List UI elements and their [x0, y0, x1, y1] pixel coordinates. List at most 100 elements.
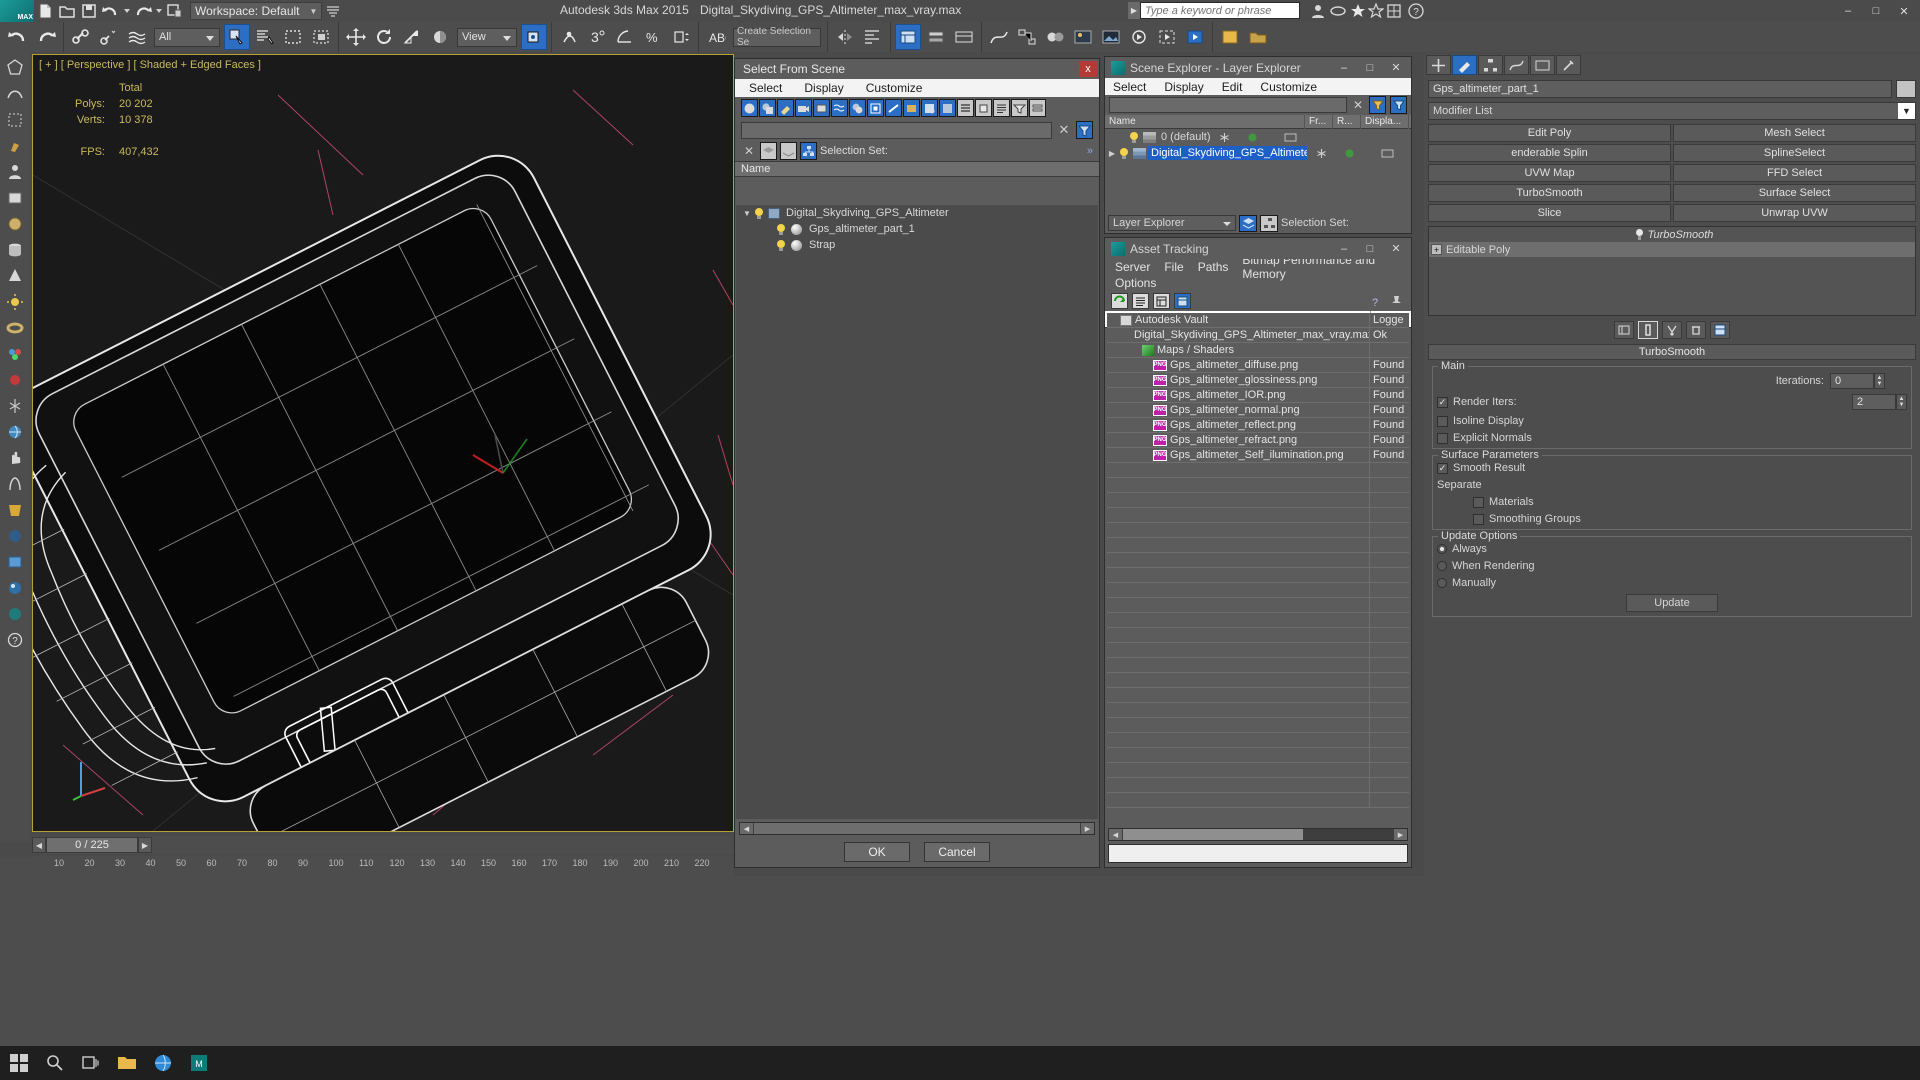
find-input[interactable]: [1109, 97, 1347, 113]
paint-icon[interactable]: [3, 368, 27, 392]
redo-icon[interactable]: [133, 2, 153, 20]
tree-horizontal-scrollbar[interactable]: ◀ ▶: [739, 822, 1095, 835]
container-icon[interactable]: [3, 550, 27, 574]
update-options-radios[interactable]: Always When Rendering Manually: [1437, 543, 1907, 589]
layer-render-cell[interactable]: [1335, 148, 1363, 159]
close-icon[interactable]: x: [1079, 61, 1097, 77]
scroll-thumb[interactable]: [754, 823, 1080, 834]
filter-funnel-icon[interactable]: [1011, 99, 1028, 117]
autodesk-360-icon[interactable]: [1330, 3, 1346, 19]
star-icon[interactable]: [1350, 3, 1366, 19]
modifier-button[interactable]: Mesh Select: [1673, 124, 1916, 142]
poly-modeling-icon[interactable]: [3, 56, 27, 80]
material-editor-button[interactable]: [1042, 24, 1068, 50]
help-icon[interactable]: ?: [1367, 293, 1384, 309]
next-frame-button[interactable]: ▶: [138, 837, 152, 853]
unlink-selection-button[interactable]: [96, 24, 122, 50]
selection-set-icon[interactable]: [1260, 214, 1278, 232]
undo-dropdown-icon[interactable]: [123, 2, 131, 20]
make-unique-icon[interactable]: [1662, 321, 1682, 339]
object-color-swatch[interactable]: [1896, 80, 1916, 98]
light-icon[interactable]: [3, 290, 27, 314]
select-and-rotate-button[interactable]: [371, 24, 397, 50]
explorer-mode-dropdown[interactable]: Layer Explorer: [1108, 215, 1236, 231]
menu-display[interactable]: Display: [804, 81, 843, 95]
rectangular-selection-region-button[interactable]: [280, 24, 306, 50]
selection-set-tree-icon[interactable]: [800, 142, 817, 160]
tab-modify[interactable]: [1452, 55, 1477, 75]
toggle-scene-explorer-button[interactable]: [895, 24, 921, 50]
asset-row[interactable]: PNG Gps_altimeter_reflect.png Found: [1107, 417, 1409, 433]
add-selection-set-icon[interactable]: [1390, 96, 1407, 114]
modifier-button[interactable]: Edit Poly: [1428, 124, 1671, 142]
rendered-frame-window-button[interactable]: [1098, 24, 1124, 50]
tab-hierarchy[interactable]: [1478, 55, 1503, 75]
chevron-down-icon[interactable]: ▼: [1898, 103, 1915, 119]
pin-stack-icon[interactable]: [1614, 321, 1634, 339]
collapse-all-icon[interactable]: [975, 99, 992, 117]
object-paint-icon[interactable]: [3, 134, 27, 158]
modifier-stack-row[interactable]: + Editable Poly: [1429, 242, 1915, 257]
explorer-taskbar-icon[interactable]: [114, 1050, 140, 1076]
layers-stack-icon[interactable]: [760, 142, 777, 160]
selection-icon[interactable]: [3, 108, 27, 132]
named-selection-set-input[interactable]: Create Selection Se: [733, 26, 821, 48]
asset-list-horizontal-scrollbar[interactable]: ◀ ▶: [1108, 828, 1408, 841]
list-view-icon[interactable]: [993, 99, 1010, 117]
open-file-icon[interactable]: [57, 2, 77, 20]
toggle-ribbon-button[interactable]: [951, 24, 977, 50]
tab-motion[interactable]: [1504, 55, 1529, 75]
selection-filter-dropdown[interactable]: All: [154, 27, 220, 47]
layer-display-cell[interactable]: [1363, 148, 1411, 159]
modifier-button[interactable]: Slice: [1428, 204, 1671, 222]
modifier-button[interactable]: Unwrap UVW: [1673, 204, 1916, 222]
display-bones-icon[interactable]: [885, 99, 902, 117]
remove-selection-set-icon[interactable]: ✕: [741, 144, 757, 158]
angle-snap-toggle-button[interactable]: [612, 24, 638, 50]
list-view-icon[interactable]: [1132, 293, 1149, 309]
curve-editor-button[interactable]: [986, 24, 1012, 50]
light-bulb-icon[interactable]: [776, 223, 786, 235]
render-iterative-button[interactable]: [1154, 24, 1180, 50]
render-setup-button[interactable]: [1070, 24, 1096, 50]
find-input[interactable]: [741, 121, 1052, 139]
asset-row[interactable]: Digital_Skydiving_GPS_Altimeter_max_vray…: [1107, 327, 1409, 343]
scroll-thumb[interactable]: [1123, 829, 1303, 840]
update-button[interactable]: Update: [1626, 594, 1718, 612]
minimize-button[interactable]: –: [1331, 59, 1357, 76]
scroll-left-icon[interactable]: ◀: [740, 823, 753, 834]
scene-explorer-layer-list[interactable]: 0 (default) ▶ Digital_Skydiving_GPS_Altime…: [1105, 129, 1411, 161]
render-active-view-button[interactable]: [1182, 24, 1208, 50]
globe-icon[interactable]: [3, 420, 27, 444]
cancel-button[interactable]: Cancel: [924, 842, 990, 862]
undo-icon[interactable]: [101, 2, 121, 20]
light-bulb-icon[interactable]: [776, 239, 786, 251]
box-primitive-icon[interactable]: [3, 186, 27, 210]
use-pivot-point-center-button[interactable]: [521, 24, 547, 50]
app-logo-icon[interactable]: [0, 0, 34, 22]
cylinder-primitive-icon[interactable]: [3, 238, 27, 262]
radio-button[interactable]: [1437, 578, 1447, 588]
hair-icon[interactable]: [3, 472, 27, 496]
perspective-viewport[interactable]: [ + ] [ Perspective ] [ Shaded + Edged F…: [32, 54, 734, 832]
search-taskbar-icon[interactable]: [42, 1050, 68, 1076]
display-lights-icon[interactable]: [777, 99, 794, 117]
redo-button[interactable]: [33, 24, 59, 50]
tab-display[interactable]: [1530, 55, 1555, 75]
layers-toggle-icon[interactable]: [1239, 214, 1257, 232]
asset-row[interactable]: Autodesk Vault Logge: [1107, 313, 1409, 328]
display-frozen-icon[interactable]: [921, 99, 938, 117]
configure-columns-icon[interactable]: [1029, 99, 1046, 117]
select-by-name-button[interactable]: [252, 24, 278, 50]
modifier-button[interactable]: Surface Select: [1673, 184, 1916, 202]
display-cameras-icon[interactable]: [795, 99, 812, 117]
find-filter-icon[interactable]: [1369, 96, 1386, 114]
configure-modifier-sets-icon[interactable]: [1710, 321, 1730, 339]
cloth-icon[interactable]: [3, 498, 27, 522]
tree-row[interactable]: Strap: [736, 237, 1098, 253]
asset-row[interactable]: PNG Gps_altimeter_IOR.png Found: [1107, 387, 1409, 403]
modifier-stack[interactable]: TurboSmooth + Editable Poly: [1428, 226, 1916, 316]
render-production-button[interactable]: [1126, 24, 1152, 50]
ocean-icon[interactable]: [3, 602, 27, 626]
menu-select[interactable]: Select: [1113, 80, 1146, 94]
